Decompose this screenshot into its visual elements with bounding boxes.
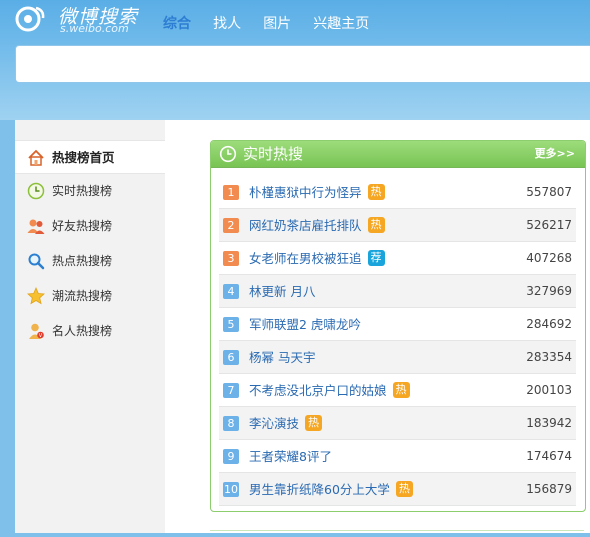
search-icon [28, 253, 45, 270]
search-count: 183942 [526, 416, 572, 430]
hot-list-item[interactable]: 7 不考虑没北京户口的姑娘热 200103 [219, 374, 576, 407]
top-bar: 微博搜索 s.weibo.com 综合 找人 图片 兴趣主页 [0, 0, 590, 120]
friends-icon [27, 219, 45, 234]
search-box [15, 45, 590, 83]
hot-keyword-link[interactable]: 男生靠折纸降60分上大学热 [249, 473, 413, 506]
hot-list-item[interactable]: 5 军师联盟2 虎啸龙吟 284692 [219, 308, 576, 341]
rank-number: 10 [223, 482, 239, 497]
rank-number: 7 [223, 383, 239, 398]
keyword-text: 杨幂 马天宇 [249, 350, 316, 365]
more-link[interactable]: 更多>> [535, 141, 575, 167]
search-count: 174674 [526, 449, 572, 463]
clock-icon [27, 182, 45, 200]
hot-badge: 热 [367, 183, 385, 200]
sidebar-item-hot-home[interactable]: 热搜榜首页 [15, 140, 166, 174]
main-panel-area: 实时热搜 更多>> 1 朴槿惠狱中行为怪异热 557807 2 网红奶茶店雇托排队热 52… [165, 120, 590, 533]
weibo-logo-icon [15, 6, 45, 32]
recommend-badge: 荐 [367, 249, 385, 266]
nav-tab-interest-pages[interactable]: 兴趣主页 [313, 14, 369, 34]
hot-badge: 热 [395, 480, 413, 497]
svg-text:V: V [39, 333, 43, 339]
hot-keyword-link[interactable]: 林更新 月八 [249, 275, 315, 308]
hot-list-item[interactable]: 1 朴槿惠狱中行为怪异热 557807 [219, 176, 576, 209]
sidebar-item-friends[interactable]: 好友热搜榜 [15, 209, 165, 243]
home-icon [28, 149, 44, 166]
rank-number: 8 [223, 416, 239, 431]
hot-keyword-link[interactable]: 李沁演技热 [249, 407, 323, 440]
celebrity-icon: V [29, 323, 44, 339]
search-count: 284692 [526, 317, 572, 331]
hot-keyword-link[interactable]: 朴槿惠狱中行为怪异热 [249, 176, 385, 209]
keyword-text: 朴槿惠狱中行为怪异 [249, 185, 362, 200]
hot-list: 1 朴槿惠狱中行为怪异热 557807 2 网红奶茶店雇托排队热 526217 3 女老师在男… [219, 176, 576, 506]
hot-keyword-link[interactable]: 军师联盟2 虎啸龙吟 [249, 308, 361, 341]
hot-badge: 热 [392, 381, 410, 398]
hot-list-item[interactable]: 6 杨幂 马天宇 283354 [219, 341, 576, 374]
keyword-text: 男生靠折纸降60分上大学 [249, 482, 390, 497]
rank-number: 5 [223, 317, 239, 332]
logo-subtitle: s.weibo.com [60, 22, 129, 35]
hot-keyword-link[interactable]: 网红奶茶店雇托排队热 [249, 209, 385, 242]
panel-title: 实时热搜 [243, 145, 304, 163]
sidebar-item-label: 名人热搜榜 [52, 324, 113, 338]
hot-keyword-link[interactable]: 不考虑没北京户口的姑娘热 [249, 374, 410, 407]
rank-number: 1 [223, 185, 239, 200]
search-count: 407268 [526, 251, 572, 265]
nav-tab-images[interactable]: 图片 [263, 14, 291, 34]
hot-keyword-link[interactable]: 女老师在男校被狂追荐 [249, 242, 385, 275]
hot-list-item[interactable]: 8 李沁演技热 183942 [219, 407, 576, 440]
nav-tab-comprehensive[interactable]: 综合 [163, 14, 191, 34]
hot-list-item[interactable]: 2 网红奶茶店雇托排队热 526217 [219, 209, 576, 242]
search-input[interactable] [16, 46, 590, 82]
rank-number: 6 [223, 350, 239, 365]
panel-header: 实时热搜 更多>> [211, 141, 585, 168]
nav-tab-find-people[interactable]: 找人 [213, 14, 241, 34]
hot-list-item[interactable]: 10 男生靠折纸降60分上大学热 156879 [219, 473, 576, 506]
sidebar-item-label: 好友热搜榜 [52, 219, 113, 233]
hot-list-item[interactable]: 4 林更新 月八 327969 [219, 275, 576, 308]
search-count: 557807 [526, 185, 572, 199]
rank-number: 3 [223, 251, 239, 266]
top-nav: 综合 找人 图片 兴趣主页 [163, 13, 386, 33]
realtime-hot-panel: 实时热搜 更多>> 1 朴槿惠狱中行为怪异热 557807 2 网红奶茶店雇托排队热 52… [210, 140, 586, 512]
star-icon [27, 287, 45, 305]
keyword-text: 不考虑没北京户口的姑娘 [249, 383, 387, 398]
hot-list-item[interactable]: 9 王者荣耀8评了 174674 [219, 440, 576, 473]
hot-badge: 热 [367, 216, 385, 233]
sidebar-item-label: 热搜榜首页 [52, 150, 115, 165]
hot-badge: 热 [305, 414, 323, 431]
keyword-text: 女老师在男校被狂追 [249, 251, 362, 266]
keyword-text: 军师联盟2 虎啸龙吟 [249, 317, 361, 332]
content-area: 热搜榜首页 实时热搜榜 好友热搜榜 热点热搜榜 潮流热搜榜 V 名人热搜榜 实时… [15, 120, 590, 533]
keyword-text: 林更新 月八 [249, 284, 316, 299]
sidebar-item-label: 潮流热搜榜 [52, 289, 113, 303]
hot-list-item[interactable]: 3 女老师在男校被狂追荐 407268 [219, 242, 576, 275]
search-count: 327969 [526, 284, 572, 298]
next-panel-edge [210, 530, 584, 537]
sidebar: 热搜榜首页 实时热搜榜 好友热搜榜 热点热搜榜 潮流热搜榜 V 名人热搜榜 [15, 120, 166, 533]
sidebar-item-label: 实时热搜榜 [52, 184, 113, 198]
hot-keyword-link[interactable]: 杨幂 马天宇 [249, 341, 315, 374]
hot-keyword-link[interactable]: 王者荣耀8评了 [249, 440, 332, 473]
clock-icon [219, 145, 237, 163]
search-count: 200103 [526, 383, 572, 397]
rank-number: 4 [223, 284, 239, 299]
rank-number: 9 [223, 449, 239, 464]
rank-number: 2 [223, 218, 239, 233]
sidebar-item-label: 热点热搜榜 [52, 254, 113, 268]
weibo-search-logo[interactable]: 微博搜索 s.weibo.com [14, 2, 154, 38]
keyword-text: 网红奶茶店雇托排队 [249, 218, 362, 233]
search-count: 526217 [526, 218, 572, 232]
keyword-text: 王者荣耀8评了 [249, 449, 332, 464]
sidebar-item-trend[interactable]: 潮流热搜榜 [15, 279, 165, 313]
search-count: 156879 [526, 482, 572, 496]
keyword-text: 李沁演技 [249, 416, 300, 431]
sidebar-item-celebrity[interactable]: V 名人热搜榜 [15, 314, 165, 348]
sidebar-item-realtime[interactable]: 实时热搜榜 [15, 174, 165, 208]
sidebar-item-hotspot[interactable]: 热点热搜榜 [15, 244, 165, 278]
search-count: 283354 [526, 350, 572, 364]
